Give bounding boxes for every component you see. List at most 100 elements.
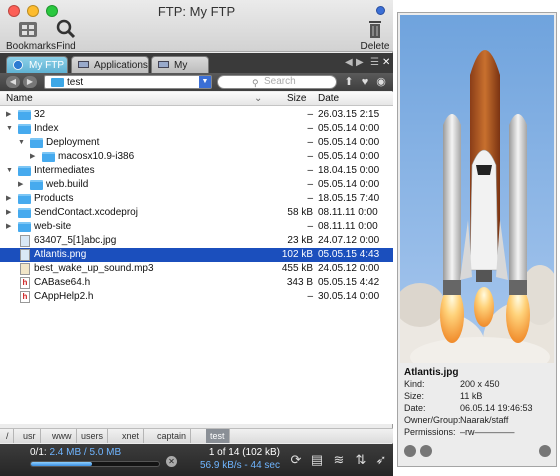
tab-applications-label: Applications: [94, 60, 148, 71]
breadcrumb-segment[interactable]: test: [206, 429, 230, 443]
file-size: –: [307, 165, 313, 176]
folder-icon: [18, 166, 31, 176]
file-date: 18.05.15 7:40: [318, 193, 380, 204]
transfer-progress-fill: [31, 462, 93, 466]
file-name: web-site: [34, 221, 72, 232]
folder-row[interactable]: ▼ Intermediates –18.04.15 0:00: [0, 164, 393, 178]
transfer-queue-icon[interactable]: ⇅: [352, 452, 370, 468]
file-date: 24.05.12 0:00: [318, 263, 380, 274]
file-date: 08.11.11 0:00: [318, 221, 378, 232]
folder-icon: [18, 194, 31, 204]
breadcrumb: / usr www users xnet captain test: [0, 428, 393, 443]
breadcrumb-segment[interactable]: /: [2, 429, 14, 443]
magnifier-icon: [56, 19, 76, 39]
disclosure-closed-icon[interactable]: ▶: [18, 178, 26, 192]
computer-icon: [78, 61, 89, 68]
find-button[interactable]: Find: [54, 19, 78, 52]
log-icon[interactable]: ▤: [308, 452, 326, 468]
preview-image: [400, 15, 554, 363]
sync-icon[interactable]: ⟳: [287, 452, 305, 468]
file-date: 18.04.15 0:00: [318, 165, 380, 176]
folder-row[interactable]: ▶ web-site –08.11.11 0:00: [0, 220, 393, 234]
file-size: –: [307, 109, 313, 120]
title-bar: FTP: My FTP Bookmarks Find Delete: [0, 0, 393, 52]
tab-back-icon[interactable]: ◀: [345, 57, 353, 68]
upload-arrow-icon[interactable]: ⬆: [342, 75, 356, 89]
file-row[interactable]: best_wake_up_sound.mp3 455 kB 24.05.12 0:0…: [0, 262, 393, 276]
back-button[interactable]: ◀: [6, 76, 20, 88]
rocket-icon[interactable]: ➶: [372, 452, 390, 468]
globe-icon[interactable]: ◉: [374, 75, 388, 89]
folder-row[interactable]: ▶ macosx10.9-i386 –05.05.14 0:00: [0, 150, 393, 164]
file-row[interactable]: Atlantis.png 102 kB 05.05.15 4:43: [0, 248, 393, 262]
file-row[interactable]: 63407_5[1]abc.jpg 23 kB 24.07.12 0:00: [0, 234, 393, 248]
column-size[interactable]: Size: [287, 92, 306, 105]
search-icon: ⚲: [252, 78, 259, 88]
breadcrumb-segment[interactable]: users: [77, 429, 109, 443]
wifi-icon[interactable]: ≋: [330, 452, 348, 468]
file-row[interactable]: h CABase64.h 343 B 05.05.15 4:42: [0, 276, 393, 290]
transfer-status: 0/1: 2.4 MB / 5.0 MB: [30, 447, 121, 458]
tab-applications[interactable]: Applications: [71, 56, 149, 73]
disclosure-open-icon[interactable]: ▼: [6, 164, 14, 178]
ftp-window: FTP: My FTP Bookmarks Find Delete My FTP…: [0, 0, 393, 476]
forward-button[interactable]: ▶: [23, 76, 37, 88]
file-date: 05.05.14 0:00: [318, 123, 380, 134]
bookmarks-label: Bookmarks: [6, 41, 57, 52]
close-tab-icon[interactable]: ✕: [382, 57, 390, 68]
tab-my-ftp[interactable]: My FTP: [6, 56, 68, 73]
disclosure-closed-icon[interactable]: ▶: [30, 150, 38, 164]
folder-row[interactable]: ▼ Deployment –05.05.14 0:00: [0, 136, 393, 150]
folder-row[interactable]: ▶ SendContact.xcodeproj 58 kB 08.11.11 0:00: [0, 206, 393, 220]
breadcrumb-segment[interactable]: www: [48, 429, 77, 443]
breadcrumb-segment[interactable]: captain: [153, 429, 192, 443]
preview-open-icon[interactable]: [420, 445, 432, 457]
file-name: best_wake_up_sound.mp3: [34, 263, 154, 274]
file-date: 26.03.15 2:15: [318, 109, 380, 120]
file-name: Intermediates: [34, 165, 95, 176]
column-name[interactable]: Name: [6, 92, 33, 105]
file-row[interactable]: h CAppHelp2.h –30.05.14 0:00: [0, 290, 393, 304]
cancel-transfer-icon[interactable]: ✕: [166, 456, 177, 467]
find-label: Find: [56, 41, 76, 52]
search-field[interactable]: ⚲ Search: [217, 75, 337, 89]
folder-row[interactable]: ▶ Products –18.05.15 7:40: [0, 192, 393, 206]
bookmarks-button[interactable]: Bookmarks: [6, 19, 56, 52]
file-date: 05.05.14 0:00: [318, 179, 380, 190]
trash-icon: [369, 21, 381, 38]
preview-action-icon[interactable]: [539, 445, 551, 457]
disclosure-closed-icon[interactable]: ▶: [6, 206, 14, 220]
space-shuttle-launch-image: [400, 15, 554, 363]
tab-forward-icon[interactable]: ▶: [356, 57, 364, 68]
tab-my-mac[interactable]: My Mac: [151, 56, 209, 88]
audio-file-icon: [20, 263, 30, 275]
chevron-down-icon[interactable]: ▼: [199, 76, 211, 88]
disclosure-closed-icon[interactable]: ▶: [6, 108, 14, 122]
folder-row[interactable]: ▼ Index –05.05.14 0:00: [0, 122, 393, 136]
favorite-heart-icon[interactable]: ♥: [358, 75, 372, 89]
file-name: Products: [34, 193, 74, 204]
column-date[interactable]: Date: [318, 92, 339, 105]
delete-button[interactable]: Delete: [360, 19, 390, 52]
preview-filename: Atlantis.jpg: [404, 367, 459, 378]
breadcrumb-segment[interactable]: usr: [19, 429, 41, 443]
folder-row[interactable]: ▶ web.build –05.05.14 0:00: [0, 178, 393, 192]
preview-info-key: Owner/Group:: [404, 415, 461, 425]
disclosure-open-icon[interactable]: ▼: [6, 122, 14, 136]
folder-row[interactable]: ▶ 32 –26.03.15 2:15: [0, 108, 393, 122]
globe-icon: [13, 60, 23, 70]
disclosure-open-icon[interactable]: ▼: [18, 136, 26, 150]
header-file-icon: h: [20, 291, 30, 303]
tab-menu-icon[interactable]: ☰: [370, 57, 379, 68]
path-selector[interactable]: test ▼: [44, 75, 212, 89]
file-name: CAppHelp2.h: [34, 291, 94, 302]
disclosure-closed-icon[interactable]: ▶: [6, 220, 14, 234]
folder-icon: [18, 208, 31, 218]
disclosure-closed-icon[interactable]: ▶: [6, 192, 14, 206]
preview-settings-icon[interactable]: [404, 445, 416, 457]
breadcrumb-segment[interactable]: xnet: [118, 429, 145, 443]
file-size: 102 kB: [281, 249, 313, 260]
preview-info-value: 11 kB: [460, 391, 483, 401]
header-file-icon: h: [20, 277, 30, 289]
image-file-icon: [20, 235, 30, 247]
